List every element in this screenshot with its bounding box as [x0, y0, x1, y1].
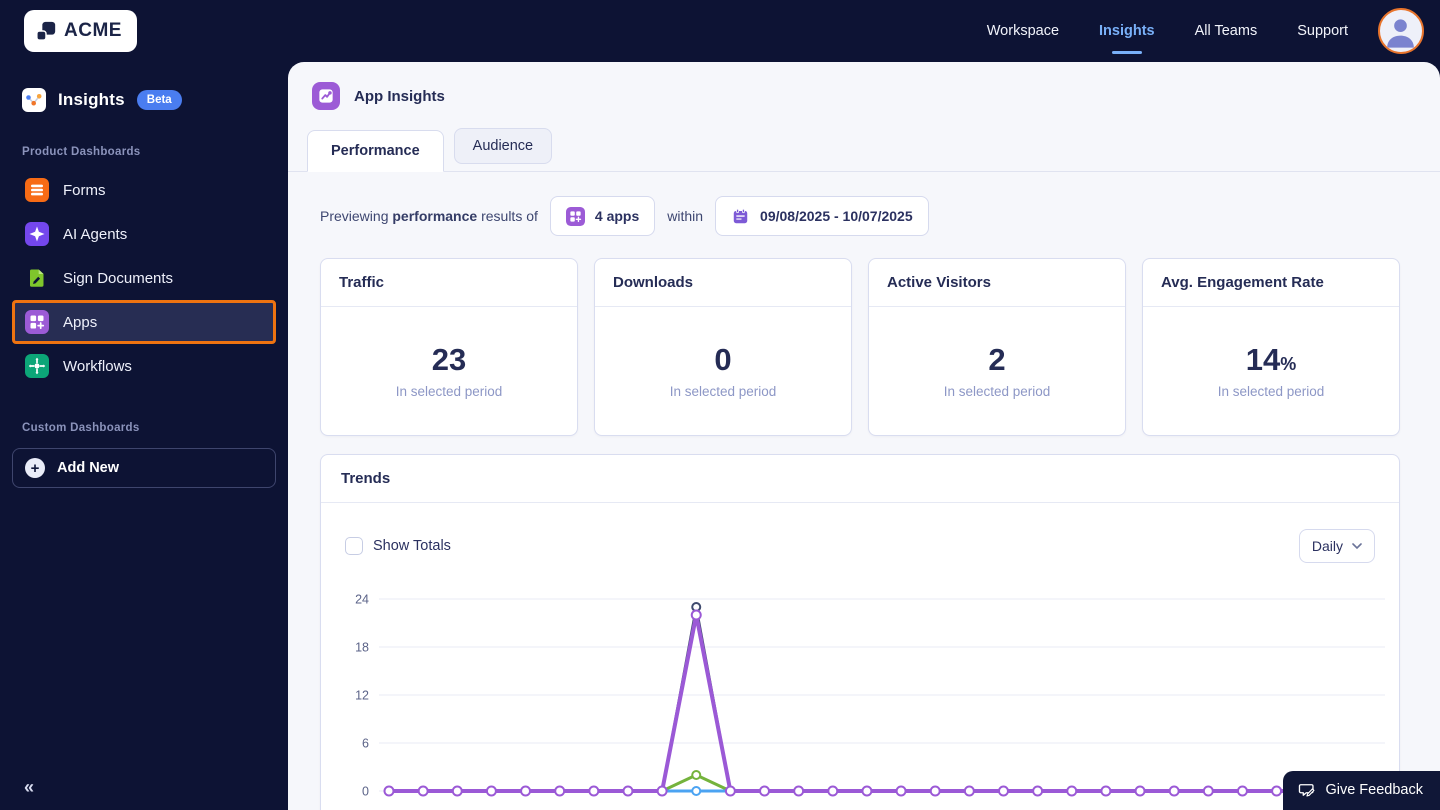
sidebar-app-header[interactable]: Insights Beta	[12, 88, 276, 112]
trends-controls: Show Totals Daily	[321, 503, 1399, 563]
stat-subtitle: In selected period	[943, 383, 1051, 399]
line-chart: 0 6 12 18 24	[355, 593, 1385, 799]
main-panel: App Insights Performance Audience Previe…	[288, 62, 1440, 810]
stat-subtitle: In selected period	[395, 383, 503, 399]
apps-selector-button[interactable]: 4 apps	[549, 196, 656, 236]
give-feedback-button[interactable]: Give Feedback	[1283, 771, 1440, 810]
filter-text: Previewing performance results of	[320, 208, 538, 224]
feedback-label: Give Feedback	[1325, 781, 1423, 798]
sidebar-item-label: Workflows	[63, 357, 132, 375]
person-icon	[1387, 19, 1414, 48]
stat-value: 0	[714, 341, 732, 377]
section-custom-dashboards: Custom Dashboards	[22, 422, 140, 434]
top-nav: Workspace Insights All Teams Support	[947, 8, 1424, 54]
stat-title: Avg. Engagement Rate	[1143, 259, 1399, 307]
trends-card: Trends Show Totals Daily 0 6 12 18 24	[320, 454, 1400, 810]
feedback-icon	[1299, 784, 1315, 797]
date-range-button[interactable]: 09/08/2025 - 10/07/2025	[715, 196, 929, 236]
stat-unit: %	[1280, 353, 1297, 374]
ai-agents-icon	[25, 222, 49, 246]
sidebar-item-sign-documents[interactable]: Sign Documents	[12, 256, 276, 300]
stat-card-traffic: Traffic 23 In selected period	[320, 258, 578, 436]
apps-selector-label: 4 apps	[594, 208, 640, 224]
stat-subtitle: In selected period	[669, 383, 777, 399]
collapse-sidebar-button[interactable]: «	[24, 777, 34, 798]
avatar[interactable]	[1378, 8, 1424, 54]
forms-icon	[25, 178, 49, 202]
svg-text:0: 0	[362, 785, 369, 799]
nav-support[interactable]: Support	[1297, 23, 1348, 39]
interval-label: Daily	[1311, 538, 1343, 554]
calendar-icon	[733, 208, 748, 223]
trends-title: Trends	[321, 455, 1399, 503]
show-totals-checkbox[interactable]	[345, 537, 363, 555]
stat-value: 14	[1245, 341, 1281, 377]
sidebar-app-title: Insights	[58, 90, 125, 109]
stat-card-downloads: Downloads 0 In selected period	[594, 258, 852, 436]
stat-title: Active Visitors	[869, 259, 1125, 307]
interval-dropdown[interactable]: Daily	[1298, 529, 1375, 563]
page-title: App Insights	[354, 87, 445, 105]
add-new-label: Add New	[57, 460, 120, 476]
filter-row: Previewing performance results of 4 apps…	[320, 196, 1400, 236]
apps-grid-icon	[565, 206, 585, 226]
sidebar-item-label: AI Agents	[63, 225, 128, 243]
page-header: App Insights	[288, 62, 1440, 128]
apps-icon	[25, 310, 49, 334]
sidebar-item-forms[interactable]: Forms	[12, 168, 276, 212]
nav-all-teams[interactable]: All Teams	[1195, 23, 1258, 39]
svg-text:12: 12	[355, 689, 369, 703]
sidebar-item-workflows[interactable]: Workflows	[12, 344, 276, 388]
stat-value: 23	[431, 341, 467, 377]
tabs: Performance Audience	[288, 128, 1440, 172]
show-totals-label: Show Totals	[373, 538, 451, 554]
svg-text:18: 18	[355, 641, 369, 655]
acme-logo[interactable]: ACME	[24, 10, 137, 52]
section-product-dashboards: Product Dashboards	[22, 146, 141, 158]
chevron-down-icon	[1352, 542, 1362, 549]
sidebar-item-apps[interactable]: Apps	[12, 300, 276, 344]
sidebar-item-ai-agents[interactable]: AI Agents	[12, 212, 276, 256]
stat-cards-row: Traffic 23 In selected period Downloads …	[320, 258, 1400, 436]
svg-text:6: 6	[362, 737, 369, 751]
sidebar-item-label: Sign Documents	[63, 269, 174, 287]
tab-performance[interactable]: Performance	[307, 130, 444, 172]
svg-text:24: 24	[355, 593, 369, 607]
acme-logo-icon	[36, 21, 56, 41]
stat-card-active-visitors: Active Visitors 2 In selected period	[868, 258, 1126, 436]
app-insights-icon	[312, 82, 340, 110]
trends-chart: 0 6 12 18 24	[321, 563, 1399, 810]
stat-card-engagement-rate: Avg. Engagement Rate 14% In selected per…	[1142, 258, 1400, 436]
within-text: within	[667, 208, 704, 224]
content-area: Previewing performance results of 4 apps…	[288, 196, 1440, 810]
sidebar: Insights Beta Product Dashboards Forms A…	[0, 62, 288, 810]
workflows-icon	[25, 354, 49, 378]
plus-icon: +	[25, 458, 45, 478]
sidebar-item-label: Forms	[63, 181, 106, 199]
stat-title: Downloads	[595, 259, 851, 307]
date-range-label: 09/08/2025 - 10/07/2025	[760, 208, 913, 224]
stat-value: 2	[988, 341, 1006, 377]
top-bar: ACME Workspace Insights All Teams Suppor…	[0, 0, 1440, 62]
stat-subtitle: In selected period	[1217, 383, 1325, 399]
nav-insights[interactable]: Insights	[1099, 23, 1155, 39]
tab-audience[interactable]: Audience	[453, 128, 553, 164]
beta-badge: Beta	[136, 90, 182, 110]
sidebar-item-label: Apps	[63, 313, 98, 331]
nav-workspace[interactable]: Workspace	[987, 23, 1059, 39]
add-new-button[interactable]: + Add New	[12, 448, 276, 488]
show-totals-control: Show Totals	[345, 537, 451, 555]
stat-title: Traffic	[321, 259, 577, 307]
sign-documents-icon	[30, 269, 44, 287]
insights-icon	[22, 88, 46, 112]
logo-text: ACME	[64, 20, 122, 41]
